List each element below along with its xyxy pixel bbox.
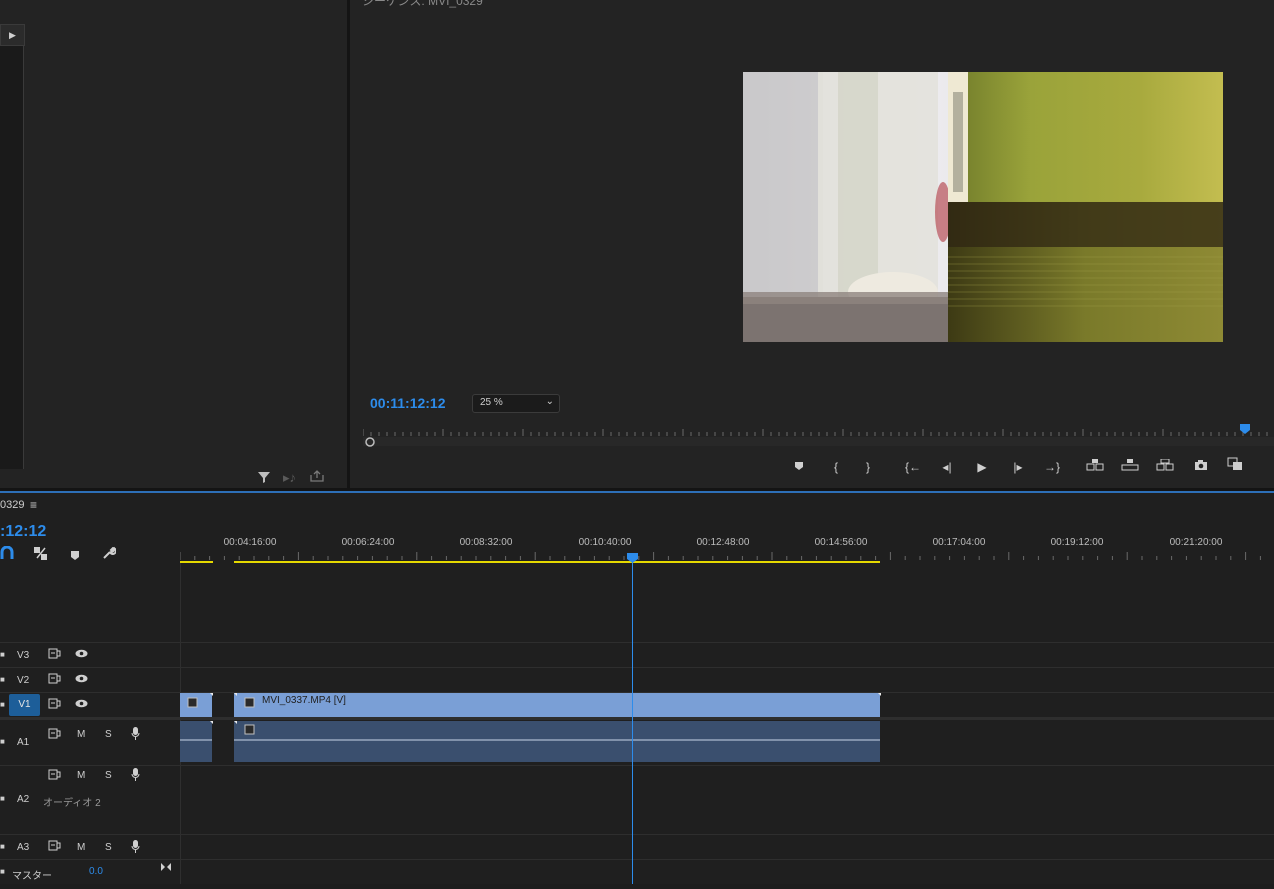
sequence-tab[interactable]: 0329: [0, 499, 24, 511]
track-lock-icon[interactable]: ■: [0, 867, 5, 876]
track-target-v1[interactable]: V1: [9, 694, 40, 716]
timeline-clips-area[interactable]: MVI_0337.MP4 [V]: [180, 563, 1274, 884]
sync-lock-icon[interactable]: [48, 673, 61, 687]
master-volume-value[interactable]: 0.0: [89, 866, 103, 877]
ruler-label: 00:08:32:00: [460, 537, 513, 548]
monitor-playhead[interactable]: [1240, 424, 1250, 434]
sync-lock-icon[interactable]: [48, 648, 61, 662]
mute-button[interactable]: M: [77, 729, 85, 740]
track-label-a1[interactable]: A1: [17, 737, 29, 748]
monitor-title[interactable]: シーケンス: MVI_0329: [362, 0, 483, 9]
microphone-icon[interactable]: [131, 727, 140, 743]
sync-lock-icon[interactable]: [48, 769, 61, 783]
solo-button[interactable]: S: [105, 842, 112, 853]
camera-icon[interactable]: [1189, 456, 1213, 478]
transport-controls: { } {← ◂| ▶ |▸ →}: [780, 456, 1274, 478]
fx-badge-icon: [244, 697, 255, 708]
play-icon[interactable]: ▶: [970, 456, 994, 478]
audio-clip[interactable]: [234, 721, 880, 762]
monitor-time-ruler[interactable]: [362, 424, 1274, 448]
ruler-label: 00:21:20:00: [1170, 537, 1223, 548]
track-lock-icon[interactable]: ■: [0, 737, 5, 746]
ruler-label: 00:10:40:00: [579, 537, 632, 548]
microphone-icon[interactable]: [131, 840, 140, 856]
solo-button[interactable]: S: [105, 729, 112, 740]
eye-icon[interactable]: [75, 674, 88, 686]
video-preview: [743, 72, 1223, 342]
zoom-level-value: 25 %: [480, 397, 503, 408]
export-frame-compare-icon[interactable]: [1153, 456, 1177, 478]
playhead[interactable]: [632, 553, 633, 884]
lift-icon[interactable]: [1083, 456, 1107, 478]
comparison-view-icon[interactable]: [1223, 456, 1247, 478]
timeline-timecode[interactable]: :12:12: [0, 523, 46, 541]
ruler-label: 00:12:48:00: [697, 537, 750, 548]
video-clip-label[interactable]: MVI_0337.MP4 [V]: [262, 695, 346, 706]
fx-badge-icon: [244, 724, 255, 735]
chevron-down-icon: ⌄: [545, 396, 554, 407]
audio-clip[interactable]: [180, 721, 212, 762]
mute-button[interactable]: M: [77, 842, 85, 853]
track-label-master[interactable]: マスター: [12, 867, 52, 882]
track-lock-icon[interactable]: ■: [0, 842, 5, 851]
step-back-icon[interactable]: ◂|: [935, 456, 959, 478]
sync-lock-icon[interactable]: [48, 698, 61, 712]
playhead-timecode[interactable]: 00:11:12:12: [370, 395, 446, 411]
track-name-a2[interactable]: オーディオ 2: [43, 794, 101, 809]
project-panel: [0, 0, 347, 488]
playhead-handle[interactable]: [627, 550, 638, 563]
fx-badge-icon: [187, 697, 198, 708]
ruler-label: 00:19:12:00: [1051, 537, 1104, 548]
project-list-area[interactable]: [0, 28, 24, 469]
track-label-v3[interactable]: V3: [17, 650, 29, 661]
track-label-v2[interactable]: V2: [17, 675, 29, 686]
track-lock-icon[interactable]: ■: [0, 794, 5, 803]
mute-button[interactable]: M: [77, 770, 85, 781]
ruler-label: 00:04:16:00: [224, 537, 277, 548]
timeline-ruler[interactable]: 00:04:16:00 00:06:24:00 00:08:32:00 00:10:4…: [179, 530, 1274, 564]
export-icon[interactable]: [310, 470, 324, 486]
panel-expand-arrow-icon[interactable]: ▶: [0, 24, 25, 46]
filter-icon[interactable]: [257, 470, 271, 488]
panel-menu-icon[interactable]: ≡: [30, 498, 37, 512]
zoom-level-select[interactable]: 25 % ⌄: [472, 394, 560, 413]
track-lock-icon[interactable]: ■: [0, 700, 5, 709]
step-forward-icon[interactable]: |▸: [1006, 456, 1030, 478]
mark-out-icon[interactable]: }: [856, 456, 880, 478]
eye-icon[interactable]: [75, 649, 88, 661]
eye-icon[interactable]: [75, 699, 88, 711]
mark-in-icon[interactable]: {: [824, 456, 848, 478]
go-to-end-icon[interactable]: [160, 862, 172, 875]
track-lock-icon[interactable]: ■: [0, 675, 5, 684]
extract-icon[interactable]: [1118, 456, 1142, 478]
go-to-in-icon[interactable]: {←: [901, 456, 925, 478]
sync-lock-icon[interactable]: [48, 840, 61, 854]
ruler-label: 00:14:56:00: [815, 537, 868, 548]
ruler-label: 00:17:04:00: [933, 537, 986, 548]
track-label-a2[interactable]: A2: [17, 794, 29, 805]
active-panel-indicator: [0, 491, 1274, 493]
go-to-out-icon[interactable]: →}: [1040, 456, 1064, 478]
microphone-icon[interactable]: [131, 768, 140, 784]
track-lock-icon[interactable]: ■: [0, 650, 5, 659]
track-label-a3[interactable]: A3: [17, 842, 29, 853]
ruler-label: 00:06:24:00: [342, 537, 395, 548]
sync-lock-icon[interactable]: [48, 728, 61, 742]
automate-to-sequence-icon[interactable]: ▸♪: [283, 470, 296, 486]
solo-button[interactable]: S: [105, 770, 112, 781]
monitor-scrollbar[interactable]: [363, 437, 1274, 446]
add-marker-icon[interactable]: [787, 456, 811, 478]
